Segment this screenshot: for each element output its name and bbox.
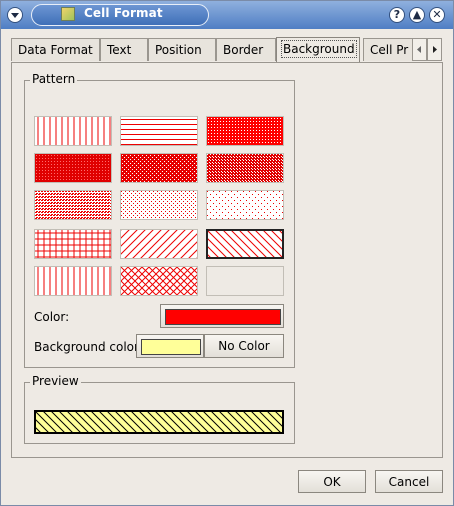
pattern-swatch-dense-3[interactable]: [120, 153, 198, 183]
tab-data-format[interactable]: Data Format: [11, 38, 100, 61]
preview-box: [34, 410, 284, 434]
no-color-label: No Color: [218, 339, 270, 353]
cancel-button[interactable]: Cancel: [375, 470, 443, 493]
chevron-left-icon: [417, 46, 421, 53]
pattern-swatch-diagonal-cross[interactable]: [120, 266, 198, 296]
tab-text-label: Text: [107, 43, 132, 57]
background-color-swatch: [141, 339, 201, 355]
tab-data-format-label: Data Format: [18, 43, 93, 57]
pattern-swatch-dense-4[interactable]: [206, 153, 284, 183]
pattern-swatch-diagonal-forward[interactable]: [120, 229, 198, 259]
ok-button-label: OK: [323, 475, 341, 489]
cancel-button-label: Cancel: [388, 475, 430, 489]
tab-background-label: Background: [281, 40, 357, 58]
pattern-color-button[interactable]: [160, 304, 284, 328]
tab-position[interactable]: Position: [148, 38, 216, 61]
background-tab-panel: Pattern Color: Background color: No Colo…: [11, 62, 443, 458]
shade-button[interactable]: ▲: [409, 7, 425, 23]
close-button[interactable]: ✕: [429, 7, 445, 23]
pattern-swatch-diagonal-back-selected[interactable]: [206, 229, 284, 259]
chevron-right-icon: [433, 46, 437, 53]
no-color-button[interactable]: No Color: [204, 334, 284, 358]
tab-cell-protection[interactable]: Cell Pr: [363, 38, 419, 61]
pattern-swatch-empty[interactable]: [206, 266, 284, 296]
app-icon: [61, 7, 75, 21]
help-button[interactable]: ?: [389, 7, 405, 23]
tab-background[interactable]: Background: [276, 37, 360, 62]
ok-button[interactable]: OK: [298, 470, 366, 493]
tab-border[interactable]: Border: [216, 38, 276, 61]
tab-border-label: Border: [223, 43, 264, 57]
tab-text[interactable]: Text: [100, 38, 148, 61]
pattern-swatch-dense-2[interactable]: [34, 153, 112, 183]
pattern-swatch-horizontal[interactable]: [120, 116, 198, 146]
pattern-swatch-dense-1[interactable]: [206, 116, 284, 146]
tab-cell-protection-label: Cell Pr: [370, 43, 409, 57]
tab-scroll-right[interactable]: [427, 38, 442, 61]
pattern-swatch-sparse-dots[interactable]: [120, 190, 198, 220]
pattern-swatch-medium-dots[interactable]: [34, 190, 112, 220]
titlebar: Cell Format ? ▲ ✕: [1, 1, 453, 29]
tab-position-label: Position: [155, 43, 202, 57]
pattern-color-swatch: [165, 309, 281, 325]
color-label: Color:: [34, 310, 70, 324]
background-color-button[interactable]: [136, 334, 204, 358]
pattern-swatch-vertical-2[interactable]: [34, 266, 112, 296]
tab-bar: Data Format Text Position Border Backgro…: [11, 37, 443, 62]
window-title: Cell Format: [84, 6, 163, 20]
pattern-swatch-very-sparse-dots[interactable]: [206, 190, 284, 220]
pattern-group-title: Pattern: [30, 72, 78, 86]
cell-format-dialog: Cell Format ? ▲ ✕ Data Format Text Posit…: [0, 0, 454, 506]
pattern-swatch-grid[interactable]: [34, 229, 112, 259]
pattern-swatch-vertical[interactable]: [34, 116, 112, 146]
background-color-label: Background color:: [34, 340, 143, 354]
window-menu-button[interactable]: [7, 7, 23, 23]
tab-scroll-left[interactable]: [412, 38, 427, 61]
preview-group-title: Preview: [30, 374, 81, 388]
